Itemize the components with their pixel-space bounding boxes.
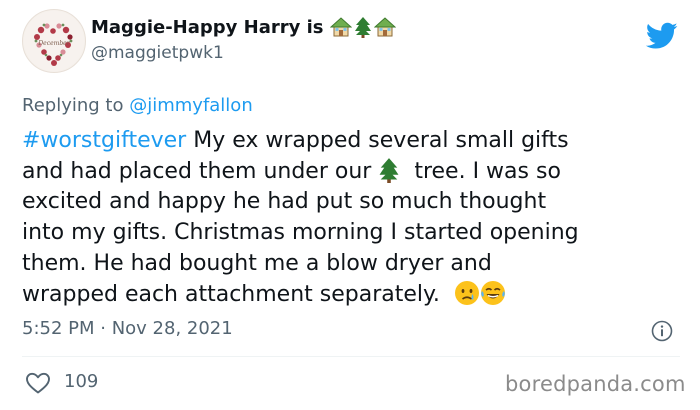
hashtag-link[interactable]: #worstgiftever (22, 128, 186, 153)
crying-face-icon (454, 280, 479, 305)
divider (22, 356, 680, 357)
christmas-tree-icon (379, 157, 399, 183)
tweet-line-2b: tree. I was so (414, 158, 561, 184)
tweet-line-6-text: wrapped each attachment separately. (22, 281, 440, 307)
tweet-line-5: them. He had bought me a blow dryer and (22, 250, 492, 276)
heart-like-icon[interactable] (25, 371, 51, 395)
tweet-line-1-rest: My ex wrapped several small gifts (186, 128, 569, 153)
tweet-line-2a: and had placed them under our (22, 158, 372, 184)
tweet-line-1: #worstgiftever My ex wrapped several sma… (22, 126, 682, 157)
tears-of-joy-icon (480, 280, 505, 305)
tweet-time: 5:52 PM (22, 318, 95, 339)
tweet-line-3: excited and happy he had put so much tho… (22, 189, 547, 215)
house-icon (329, 17, 352, 37)
avatar[interactable]: December (22, 9, 86, 73)
twitter-bird-icon[interactable] (646, 22, 678, 50)
display-name-text: Maggie-Happy Harry is (91, 16, 324, 38)
tweet-line-4: into my gifts. Christmas morning I start… (22, 220, 579, 246)
tweet-card: December Maggie-Happy Harry is @maggietp… (0, 0, 700, 410)
tweet-date: Nov 28, 2021 (111, 318, 233, 339)
christmas-tree-icon (354, 17, 371, 38)
boredpanda-watermark: boredpanda.com (505, 372, 686, 396)
replying-prefix: Replying to (22, 95, 124, 116)
heart-wreath-avatar-icon: December (24, 11, 84, 71)
svg-text:December: December (37, 40, 70, 47)
tweet-line-2: and had placed them under our tree. I wa… (22, 157, 682, 188)
author-handle[interactable]: @maggietpwk1 (91, 43, 224, 63)
timestamp-separator: · (94, 318, 112, 339)
author-display-name[interactable]: Maggie-Happy Harry is (91, 16, 396, 38)
reply-mention-link[interactable]: @jimmyfallon (129, 95, 253, 116)
house-icon (373, 17, 396, 37)
tweet-text: #worstgiftever My ex wrapped several sma… (22, 126, 682, 310)
replying-to: Replying to @jimmyfallon (22, 95, 253, 116)
like-count: 109 (64, 371, 99, 392)
tweet-line-6: wrapped each attachment separately. (22, 280, 682, 311)
info-icon[interactable] (651, 320, 673, 342)
name-emojis (329, 16, 396, 38)
tweet-timestamp[interactable]: 5:52 PM · Nov 28, 2021 (22, 318, 233, 339)
